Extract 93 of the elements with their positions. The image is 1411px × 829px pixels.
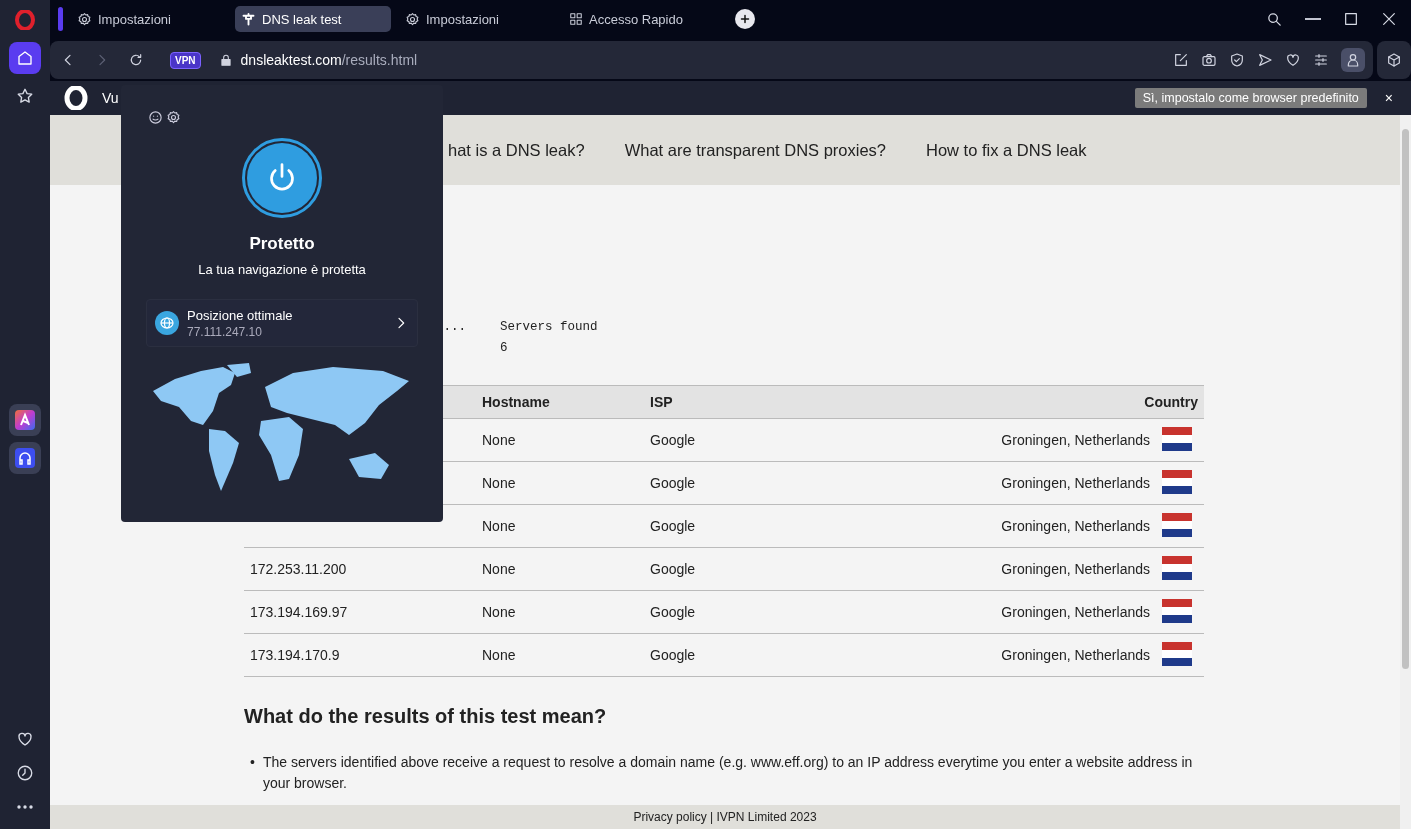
sidebar-item[interactable] — [9, 42, 41, 74]
minimize-icon — [1305, 18, 1321, 20]
opera-logo-icon — [64, 86, 88, 110]
table-cell: Google — [650, 518, 696, 534]
browser-tab[interactable]: Impostazioni — [399, 6, 555, 32]
close-icon — [1381, 11, 1397, 27]
sidebar-item[interactable] — [9, 404, 41, 436]
servers-found-label: Servers found — [500, 319, 598, 336]
star-icon — [16, 87, 34, 105]
heart-icon — [1285, 52, 1301, 68]
url-path[interactable]: /results.html — [341, 52, 418, 68]
smiley-icon — [148, 110, 163, 125]
set-default-button[interactable]: Sì, impostalo come browser predefinito — [1134, 88, 1367, 108]
column-header: ISP — [650, 394, 673, 410]
menu-icon — [1313, 52, 1329, 68]
summary-text: ... — [443, 320, 466, 334]
new-tab-button[interactable] — [735, 9, 755, 29]
nav-link[interactable]: hat is a DNS leak? — [448, 140, 585, 160]
plus-icon — [739, 13, 751, 25]
cube-icon — [1386, 52, 1402, 68]
home-icon — [16, 49, 34, 67]
send-icon — [1257, 52, 1273, 68]
edit-icon — [1173, 52, 1189, 68]
headphones-icon — [15, 448, 35, 468]
table-cell: None — [482, 561, 516, 577]
gear-icon — [77, 11, 92, 27]
opera-logo-icon[interactable] — [15, 10, 35, 30]
browser-tab[interactable]: DNS leak test — [235, 6, 391, 32]
table-cell: Groningen, Netherlands — [1001, 432, 1150, 448]
nav-link[interactable]: How to fix a DNS leak — [926, 140, 1087, 160]
lock-icon — [218, 53, 233, 67]
table-cell: Groningen, Netherlands — [1001, 475, 1150, 491]
table-cell: Groningen, Netherlands — [1001, 647, 1150, 663]
column-header: Country — [1144, 394, 1198, 410]
reload-icon — [128, 52, 144, 68]
table-cell: Google — [650, 561, 696, 577]
scrollbar-thumb[interactable] — [1402, 129, 1409, 669]
netherlands-flag-icon — [1162, 641, 1192, 666]
netherlands-flag-icon — [1162, 598, 1192, 623]
column-header: Hostname — [482, 394, 550, 410]
settings-icon — [166, 110, 181, 125]
vpn-message: La tua navigazione è protetta — [198, 262, 366, 277]
table-cell: None — [482, 518, 516, 534]
info-bar-text: Vu — [102, 90, 119, 106]
faucet-icon — [241, 11, 256, 27]
heart-icon — [16, 730, 34, 748]
netherlands-flag-icon — [1162, 555, 1192, 580]
table-cell: Google — [650, 647, 696, 663]
gradient-app-icon — [15, 410, 35, 430]
servers-count: 6 — [500, 340, 509, 357]
table-cell: 173.194.169.97 — [250, 604, 348, 620]
vpn-status: Protetto — [249, 234, 315, 254]
more-icon — [17, 805, 33, 809]
table-cell: 172.253.11.200 — [250, 561, 347, 577]
table-cell: Groningen, Netherlands — [1001, 561, 1150, 577]
vpn-badge[interactable]: VPN — [170, 51, 201, 69]
tab-group-indicator — [58, 7, 63, 31]
netherlands-flag-icon — [1162, 512, 1192, 537]
footer-text: Privacy policy | IVPN Limited 2023 — [633, 810, 817, 824]
sidebar-item[interactable] — [9, 442, 41, 474]
netherlands-flag-icon — [1162, 426, 1192, 451]
maximize-icon — [1343, 11, 1359, 27]
browser-tab[interactable]: Impostazioni — [71, 6, 227, 32]
table-cell: 173.194.170.9 — [250, 647, 340, 663]
reload-button[interactable] — [128, 52, 144, 68]
close-button[interactable]: × — [1380, 90, 1397, 106]
location-selector[interactable]: Posizione ottimale 77.111.247.10 — [146, 299, 418, 347]
globe-icon — [155, 311, 179, 335]
table-cell: None — [482, 647, 516, 663]
search-icon — [1266, 10, 1283, 28]
grid-icon — [569, 12, 583, 26]
section-heading: What do the results of this test mean? — [244, 705, 608, 728]
netherlands-flag-icon — [1162, 469, 1192, 494]
camera-icon — [1201, 52, 1217, 68]
url-host[interactable]: dnsleaktest.com — [240, 52, 342, 68]
table-cell: None — [482, 604, 516, 620]
nav-link[interactable]: What are transparent DNS proxies? — [624, 140, 887, 160]
table-cell: None — [482, 475, 516, 491]
shield-icon — [1229, 52, 1245, 68]
table-cell: Groningen, Netherlands — [1001, 604, 1150, 620]
bullet-marker: • — [250, 753, 255, 772]
clock-icon — [16, 764, 34, 782]
bullet-text: The servers identified above receive a request to resolve a domain name (e.g. www.eff.org) to an IP address everytime you enter a website address in your browser. — [262, 753, 1194, 793]
table-cell: Google — [650, 604, 696, 620]
table-cell: Google — [650, 432, 696, 448]
browser-tab[interactable]: Accesso Rapido — [563, 6, 719, 32]
table-cell: Google — [650, 475, 696, 491]
settings-button[interactable] — [166, 110, 181, 125]
profile-icon — [1345, 52, 1361, 68]
table-cell: Groningen, Netherlands — [1001, 518, 1150, 534]
table-cell: None — [482, 432, 516, 448]
gear-icon — [405, 11, 420, 27]
feedback-button[interactable] — [148, 110, 163, 125]
